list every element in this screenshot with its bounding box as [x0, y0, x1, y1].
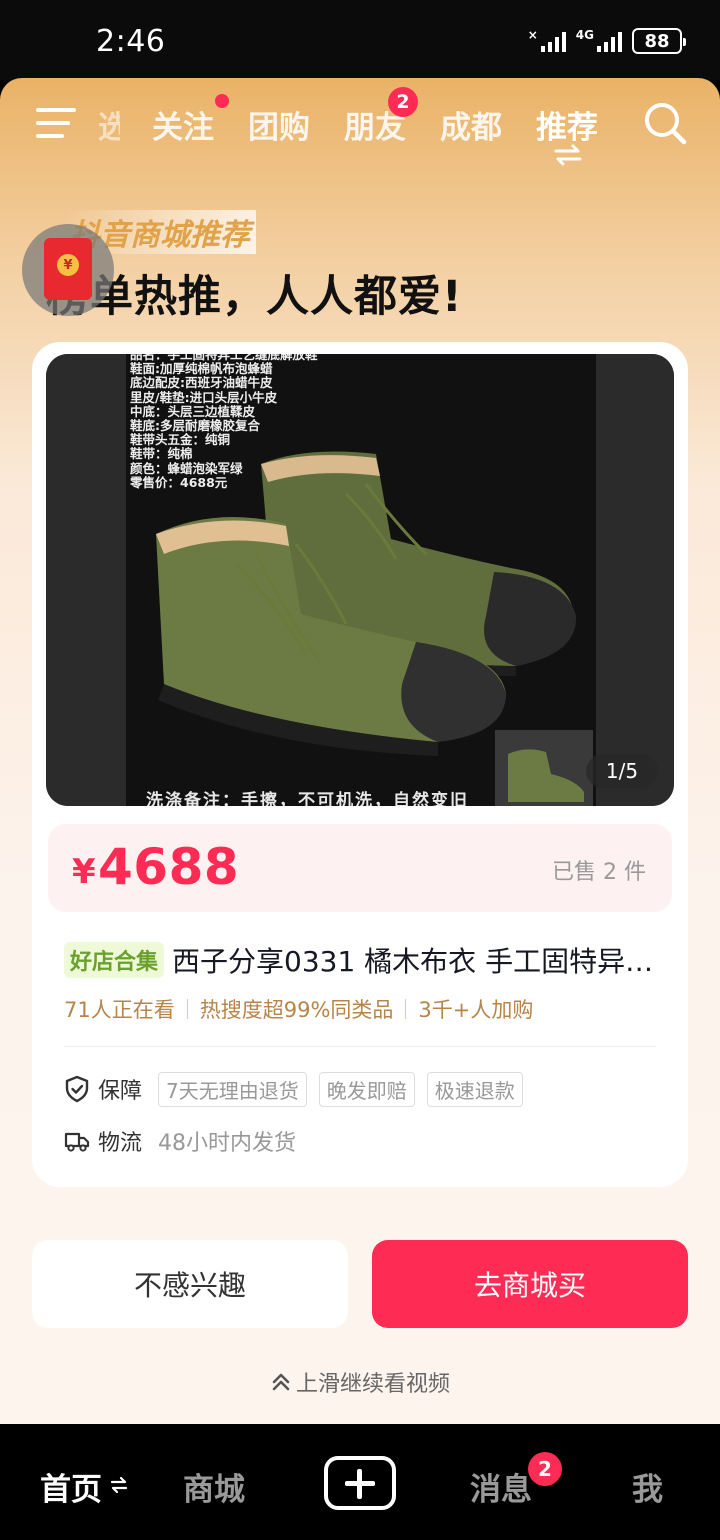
product-stats: 71人正在看 热搜度超99%同类品 3千+人加购	[64, 994, 533, 1024]
menu-icon[interactable]	[36, 108, 76, 140]
status-bar: 2:46 × 4G 88	[0, 0, 720, 80]
guarantee-tag: 晚发即赔	[318, 1071, 415, 1107]
bottom-nav: 首页 商城 消息 2 我	[0, 1424, 720, 1540]
shield-icon	[65, 1075, 89, 1103]
battery-icon: 88	[632, 28, 686, 54]
guarantee-tag: 7天无理由退货	[158, 1071, 307, 1107]
messages-badge: 2	[528, 1452, 562, 1486]
red-packet-icon[interactable]: ¥	[22, 224, 114, 316]
image-page-indicator: 1/5	[586, 754, 658, 788]
status-icons: × 4G 88	[528, 28, 686, 54]
not-interested-button[interactable]: 不感兴趣	[32, 1240, 348, 1328]
product-image[interactable]: 品名：手工固特异工艺缝底解放鞋 鞋面:加厚纯棉帆布泡蜂蜡 底边配皮:西班牙油蜡牛…	[46, 354, 674, 806]
hot-search-stat: 热搜度超99%同类品	[199, 998, 394, 1022]
logistics-text: 48小时内发货	[158, 1131, 297, 1156]
price-currency: ¥	[72, 852, 96, 892]
tab-group-buy[interactable]: 团购	[248, 102, 310, 147]
nav-me[interactable]: 我	[632, 1464, 663, 1509]
add-to-cart-count: 3千+人加购	[418, 998, 534, 1022]
logistics-label: 物流	[98, 1131, 143, 1156]
sold-count: 已售 2 件	[552, 860, 646, 885]
spec-text: 品名：手工固特异工艺缝底解放鞋 鞋面:加厚纯棉帆布泡蜂蜡 底边配皮:西班牙油蜡牛…	[130, 354, 318, 490]
friends-badge: 2	[388, 87, 418, 117]
divider	[64, 1046, 656, 1047]
product-title: 西子分享0331 橘木布衣 手工固特异工艺缝底解放鞋	[172, 945, 654, 978]
swipe-hint-text: 上滑继续看视频	[295, 1372, 450, 1397]
price-value: 4688	[98, 838, 240, 896]
go-to-mall-buy-button[interactable]: 去商城买	[372, 1240, 688, 1328]
guarantee-row: 保障 7天无理由退货 晚发即赔 极速退款	[64, 1071, 535, 1107]
tab-chengdu[interactable]: 成都	[440, 102, 502, 147]
swipe-up-hint[interactable]: 上滑继续看视频	[0, 1366, 720, 1398]
tab-recommend[interactable]: 推荐	[536, 102, 598, 147]
product-card[interactable]: 品名：手工固特异工艺缝底解放鞋 鞋面:加厚纯棉帆布泡蜂蜡 底边配皮:西班牙油蜡牛…	[32, 342, 688, 1187]
logistics-row: 物流 48小时内发货	[64, 1124, 296, 1158]
chevron-up-double-icon	[272, 1373, 290, 1391]
mall-recommend-screen: 选 关注 团购 朋友 成都 推荐 2 抖音商城推荐 榜单热推，人人都爱! ¥ 品…	[0, 78, 720, 1424]
guarantee-tag: 极速退款	[426, 1071, 523, 1107]
status-time: 2:46	[96, 24, 166, 59]
guarantee-label: 保障	[98, 1079, 143, 1104]
signal-x-icon: ×	[528, 29, 566, 52]
swap-arrows-icon	[554, 144, 582, 166]
search-icon[interactable]	[642, 100, 688, 146]
truck-icon	[64, 1132, 90, 1152]
following-red-dot	[215, 94, 229, 108]
viewers-count: 71人正在看	[64, 998, 175, 1022]
nav-tab-faded[interactable]: 选	[98, 102, 120, 147]
tab-following[interactable]: 关注	[152, 102, 214, 147]
create-plus-button[interactable]	[324, 1456, 396, 1510]
nav-mall[interactable]: 商城	[183, 1464, 245, 1509]
swap-arrows-icon	[110, 1476, 128, 1494]
nav-messages[interactable]: 消息	[470, 1464, 532, 1509]
shop-badge: 好店合集	[64, 942, 165, 978]
nav-home[interactable]: 首页	[40, 1464, 102, 1509]
image-caption: 洗涤备注：手擦，不可机洗，自然变旧	[146, 791, 469, 806]
product-title-row[interactable]: 好店合集 西子分享0331 橘木布衣 手工固特异工艺缝底解放鞋	[64, 942, 654, 978]
signal-4g-icon: 4G	[576, 29, 622, 52]
price-box: ¥ 4688 已售 2 件	[48, 824, 672, 912]
